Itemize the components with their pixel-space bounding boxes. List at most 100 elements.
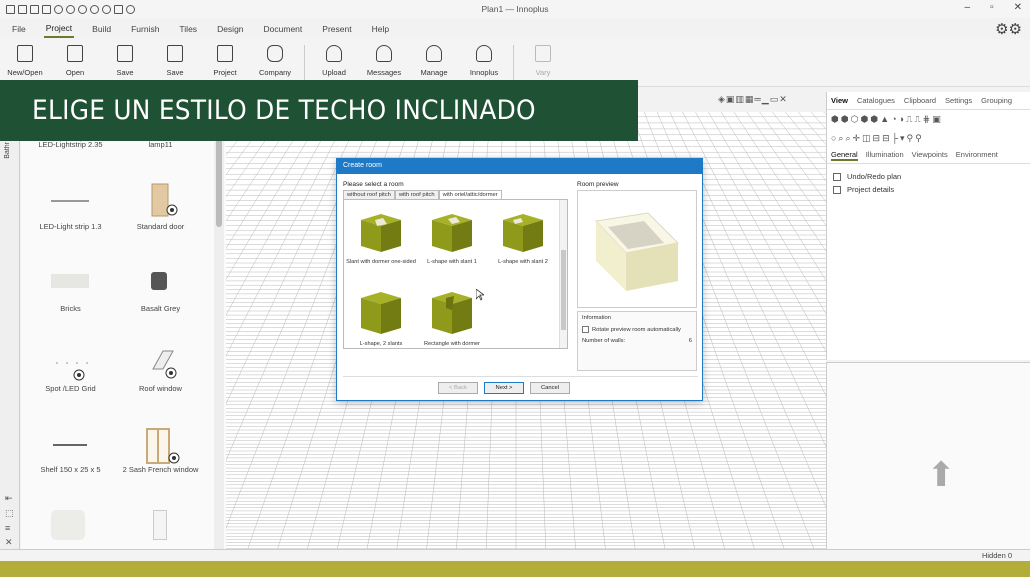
caption-banner: ELIGE UN ESTILO DE TECHO INCLINADO <box>0 80 638 141</box>
vary-button[interactable]: Vary <box>518 45 568 77</box>
rotate-preview-option[interactable]: Rotate preview room automatically <box>582 326 692 333</box>
cloud-upload-icon <box>326 45 342 62</box>
tab-with-oriel-attic-dormer[interactable]: with oriel/attic/dormer <box>438 190 502 199</box>
subtab-illumination[interactable]: Illumination <box>866 150 904 161</box>
menu-help[interactable]: Help <box>370 21 391 37</box>
menu-file[interactable]: File <box>10 21 28 37</box>
next-button[interactable]: Next > <box>484 382 524 394</box>
cancel-button[interactable]: Cancel <box>530 382 570 394</box>
floppy-icon <box>117 45 133 62</box>
open-button[interactable]: Open <box>50 45 100 77</box>
undo-redo-icon <box>833 172 841 181</box>
minimize-button[interactable]: – <box>965 2 971 13</box>
bricks-thumbnail <box>51 274 89 288</box>
menu-tiles[interactable]: Tiles <box>177 21 199 37</box>
tree-item-project-details[interactable]: Project details <box>827 183 1030 196</box>
rotate-preview-checkbox[interactable] <box>582 326 589 333</box>
catalog-item[interactable]: Basalt Grey <box>113 304 208 314</box>
project-button[interactable]: Project <box>200 45 250 77</box>
light-strip-thumbnail <box>51 200 89 202</box>
maximize-button[interactable]: ▫ <box>990 2 994 13</box>
new-open-button[interactable]: New/Open <box>0 45 50 77</box>
preview-pane: ⬆ <box>826 362 1030 554</box>
room-option-l-shape-2-slants[interactable]: L-shape, 2 slants <box>346 290 416 348</box>
viewport-toolbar[interactable]: ◈▣▥▦═▁▭✕ <box>718 94 788 105</box>
innoplus-button[interactable]: Innoplus <box>459 45 509 77</box>
cloud-gear-icon <box>426 45 442 62</box>
menu-document[interactable]: Document <box>262 21 305 37</box>
save-button[interactable]: Save <box>100 45 150 77</box>
right-panel-tabs: View Catalogues Clipboard Settings Group… <box>827 92 1030 110</box>
catalog-item[interactable]: LED-Light strip 1.3 <box>23 222 118 232</box>
upload-button[interactable]: Upload <box>309 45 359 77</box>
ribbon-separator <box>513 45 514 83</box>
catalog-item[interactable]: lamp11 <box>113 140 208 150</box>
menu-design[interactable]: Design <box>215 21 245 37</box>
filter-icon[interactable]: ≡ <box>5 523 14 533</box>
catalog-item[interactable]: Shelf 150 x 25 x 5 <box>23 465 118 475</box>
menu-furnish[interactable]: Furnish <box>129 21 161 37</box>
messages-button[interactable]: Messages <box>359 45 409 77</box>
close-icon[interactable]: ✕ <box>5 537 14 548</box>
catalog-item[interactable]: 2 Sash French window <box>113 465 208 475</box>
tab-with-roof-pitch[interactable]: with roof pitch <box>394 190 439 199</box>
arrow-up-icon: ⬆ <box>927 456 956 494</box>
room-option-l-shape-slant-2[interactable]: L-shape with slant 2 <box>488 210 558 266</box>
catalog-item[interactable]: Roof window <box>113 384 208 394</box>
ribbon-separator <box>304 45 305 83</box>
tab-settings[interactable]: Settings <box>945 96 972 105</box>
subtab-viewpoints[interactable]: Viewpoints <box>912 150 948 161</box>
catalog-category-label[interactable]: Bathr <box>4 142 11 159</box>
room-preview <box>577 190 697 308</box>
cloud-link-icon <box>476 45 492 62</box>
room-option-slant-dormer[interactable]: Slant with dormer one-sided <box>346 210 416 266</box>
catalog-item[interactable]: Bricks <box>23 304 118 314</box>
room-type-tabs: without roof pitch with roof pitch with … <box>343 190 502 199</box>
catalog-panel: LED-Lightstrip 2.35 lamp11 LED-Light str… <box>21 112 226 554</box>
room-list: Slant with dormer one-sided L-shape with… <box>343 199 568 349</box>
room-option-l-shape-slant-1[interactable]: L-shape with slant 1 <box>417 210 487 266</box>
catalog-scrollbar[interactable] <box>214 112 224 554</box>
bottom-accent-bar <box>0 561 1030 577</box>
save-as-button[interactable]: Save <box>150 45 200 77</box>
company-button[interactable]: Company <box>250 45 300 77</box>
tab-grouping[interactable]: Grouping <box>981 96 1012 105</box>
vary-icon <box>535 45 551 62</box>
room-list-scrollbar-thumb[interactable] <box>561 250 566 330</box>
mouse-cursor-icon <box>476 289 484 301</box>
view-toolbar-2[interactable]: ○⌕⌕✛◫⊟⊟├▾⚲⚲ <box>827 129 1030 148</box>
manage-button[interactable]: Manage <box>409 45 459 77</box>
tab-clipboard[interactable]: Clipboard <box>904 96 936 105</box>
menu-present[interactable]: Present <box>320 21 353 37</box>
tab-view[interactable]: View <box>831 96 848 105</box>
catalog-item[interactable]: Standard door <box>113 222 208 232</box>
subtab-general[interactable]: General <box>831 150 858 161</box>
shelf-thumbnail <box>53 444 87 446</box>
banner-text: ELIGE UN ESTILO DE TECHO INCLINADO <box>32 95 536 126</box>
view-subtabs: General Illumination Viewpoints Environm… <box>827 148 1030 164</box>
tab-catalogues[interactable]: Catalogues <box>857 96 895 105</box>
spot-grid-thumbnail <box>56 362 88 381</box>
menu-build[interactable]: Build <box>90 21 113 37</box>
dialog-buttons: < Back Next > Cancel <box>438 382 570 394</box>
room-3d-icon <box>361 292 401 334</box>
catalog-scrollbar-thumb[interactable] <box>216 132 222 227</box>
view-toolbar-1[interactable]: ⬢⬢⬡⬢⬢▲◔◑⎍⎍⋕▣ <box>827 110 1030 129</box>
back-button[interactable]: < Back <box>438 382 478 394</box>
walls-value: 6 <box>688 338 692 344</box>
import-icon[interactable]: ⇤ <box>5 493 14 504</box>
information-box: Information Rotate preview room automati… <box>577 311 697 371</box>
catalog-item[interactable]: Spot /LED Grid <box>23 384 118 394</box>
gears-icon[interactable]: ⚙⚙ <box>995 20 1022 38</box>
tree-item-undo-redo[interactable]: Undo/Redo plan <box>827 170 1030 183</box>
catalog-item[interactable]: LED-Lightstrip 2.35 <box>23 140 118 150</box>
subtab-environment[interactable]: Environment <box>956 150 998 161</box>
select-area-icon[interactable]: ⬚ <box>5 508 14 519</box>
menu-project[interactable]: Project <box>43 20 75 38</box>
room-list-scrollbar[interactable] <box>559 200 567 348</box>
room-3d-icon <box>503 214 543 252</box>
cloud-messages-icon <box>376 45 392 62</box>
tab-without-roof-pitch[interactable]: without roof pitch <box>343 190 395 199</box>
window-controls: – ▫ ✕ <box>965 2 1023 13</box>
close-button[interactable]: ✕ <box>1014 2 1022 13</box>
